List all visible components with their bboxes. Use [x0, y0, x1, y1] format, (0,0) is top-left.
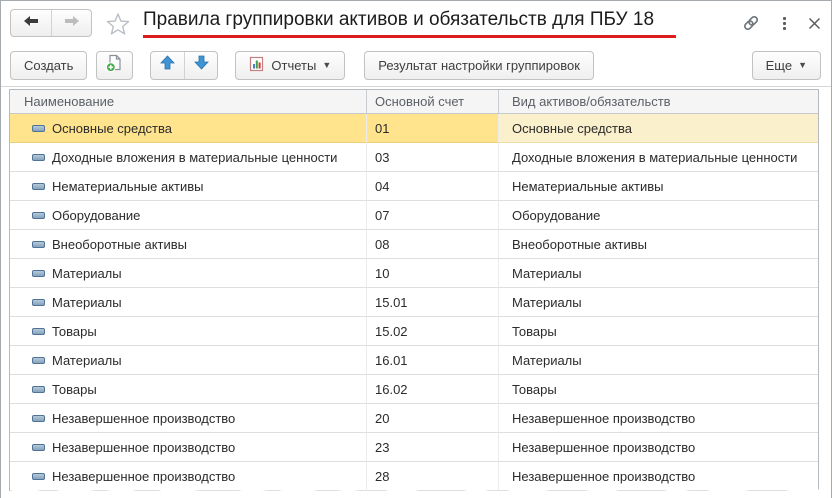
row-account: 15.02 — [367, 317, 499, 346]
chevron-down-icon: ▼ — [798, 59, 807, 70]
more-button[interactable]: Еще ▼ — [751, 50, 821, 80]
move-up-button[interactable] — [151, 52, 184, 79]
table-row[interactable]: Товары 16.02 Товары — [10, 375, 818, 404]
list-item-icon — [32, 211, 45, 219]
table-row[interactable]: Материалы 15.01 Материалы — [10, 288, 818, 317]
table-row[interactable]: Материалы 16.01 Материалы — [10, 346, 818, 375]
row-kind: Материалы — [499, 346, 818, 375]
create-button[interactable]: Создать — [10, 50, 88, 80]
row-kind: Материалы — [499, 259, 818, 288]
row-name: Доходные вложения в материальные ценност… — [52, 149, 338, 165]
table-row[interactable]: Доходные вложения в материальные ценност… — [10, 143, 818, 172]
list-item-icon — [32, 356, 45, 364]
row-name: Основные средства — [52, 120, 172, 136]
table-row[interactable]: Внеоборотные активы 08 Внеоборотные акти… — [10, 230, 818, 259]
row-kind: Основные средства — [499, 114, 818, 143]
row-name: Нематериальные активы — [52, 178, 204, 194]
row-account: 16.01 — [367, 346, 499, 375]
row-kind: Незавершенное производство — [499, 462, 818, 491]
list-item-icon — [32, 327, 45, 335]
chevron-down-icon: ▼ — [322, 59, 332, 70]
forward-button[interactable] — [51, 10, 91, 36]
arrow-down-icon — [193, 55, 209, 75]
column-header-name[interactable]: Наименование — [10, 90, 367, 113]
table-row[interactable]: Незавершенное производство 28 Незавершен… — [10, 462, 818, 491]
row-account: 01 — [367, 114, 499, 143]
row-account: 08 — [367, 230, 499, 259]
page-title: Правила группировки активов и обязательс… — [143, 9, 677, 38]
row-name: Материалы — [52, 265, 122, 281]
row-account: 04 — [367, 172, 499, 201]
table-row[interactable]: Незавершенное производство 23 Незавершен… — [10, 433, 818, 462]
row-name: Материалы — [52, 294, 122, 310]
create-group-button[interactable] — [96, 50, 134, 80]
row-name: Товары — [52, 381, 97, 397]
star-icon[interactable] — [106, 12, 130, 35]
list-item-icon — [32, 414, 45, 422]
row-kind: Нематериальные активы — [499, 172, 818, 201]
row-kind: Незавершенное производство — [499, 433, 818, 462]
move-down-button[interactable] — [184, 51, 217, 79]
arrow-up-icon — [160, 55, 176, 75]
forward-arrow-icon — [64, 14, 80, 32]
row-kind: Материалы — [499, 288, 818, 317]
row-kind: Товары — [499, 317, 818, 346]
table-body: Основные средства 01 Основные средства Д… — [10, 114, 818, 491]
table-row[interactable]: Нематериальные активы 04 Нематериальные … — [10, 172, 818, 201]
app-window: Правила группировки активов и обязательс… — [0, 0, 832, 498]
list-item-icon — [32, 240, 45, 248]
row-name: Незавершенное производство — [52, 439, 236, 455]
kebab-menu-icon[interactable] — [781, 15, 788, 32]
grouping-result-button[interactable]: Результат настройки группировок — [364, 50, 594, 80]
list-item-icon — [32, 153, 45, 161]
row-account: 28 — [367, 462, 499, 491]
rules-table: Наименование Основной счет Вид активов/о… — [9, 89, 819, 498]
row-name: Внеоборотные активы — [52, 236, 188, 252]
list-item-icon — [32, 269, 45, 277]
row-kind: Внеоборотные активы — [499, 230, 818, 259]
row-account: 20 — [367, 404, 499, 433]
row-kind: Доходные вложения в материальные ценност… — [499, 143, 818, 172]
link-icon[interactable] — [741, 13, 761, 33]
row-account: 10 — [367, 259, 499, 288]
table-row[interactable]: Основные средства 01 Основные средства — [10, 114, 818, 143]
list-item-icon — [32, 443, 45, 451]
row-account: 15.01 — [367, 288, 499, 317]
column-header-account[interactable]: Основной счет — [367, 90, 499, 113]
list-item-icon — [32, 385, 45, 393]
caption-bar: Правила группировки активов и обязательс… — [1, 1, 831, 45]
row-name: Оборудование — [52, 207, 141, 223]
report-chart-icon — [249, 56, 271, 75]
table-row[interactable]: Материалы 10 Материалы — [10, 259, 818, 288]
row-kind: Незавершенное производство — [499, 404, 818, 433]
row-account: 23 — [367, 433, 499, 462]
row-account: 16.02 — [367, 375, 499, 404]
list-item-icon — [32, 472, 45, 480]
close-icon[interactable] — [808, 17, 821, 30]
reorder-group — [150, 50, 219, 80]
column-header-kind[interactable]: Вид активов/обязательств — [499, 90, 818, 113]
row-account: 03 — [367, 143, 499, 172]
row-name: Незавершенное производство — [52, 468, 236, 484]
list-item-icon — [32, 298, 45, 306]
nav-history-group — [10, 9, 92, 37]
create-group-icon — [105, 54, 124, 76]
row-name: Товары — [52, 323, 97, 339]
row-account: 07 — [367, 201, 499, 230]
list-item-icon — [32, 124, 45, 132]
row-name: Материалы — [52, 352, 122, 368]
row-kind: Товары — [499, 375, 818, 404]
table-row[interactable]: Незавершенное производство 20 Незавершен… — [10, 404, 818, 433]
back-arrow-icon — [23, 14, 39, 32]
back-button[interactable] — [11, 10, 51, 36]
table-row[interactable]: Товары 15.02 Товары — [10, 317, 818, 346]
toolbar-separator — [1, 86, 831, 87]
reports-button[interactable]: Отчеты ▼ — [235, 50, 346, 80]
table-row[interactable]: Оборудование 07 Оборудование — [10, 201, 818, 230]
row-name: Незавершенное производство — [52, 410, 236, 426]
row-kind: Оборудование — [499, 201, 818, 230]
list-item-icon — [32, 182, 45, 190]
toolbar: Создать Отчеты ▼ Результат настройки гру… — [1, 47, 831, 83]
table-header-row: Наименование Основной счет Вид активов/о… — [10, 90, 818, 114]
